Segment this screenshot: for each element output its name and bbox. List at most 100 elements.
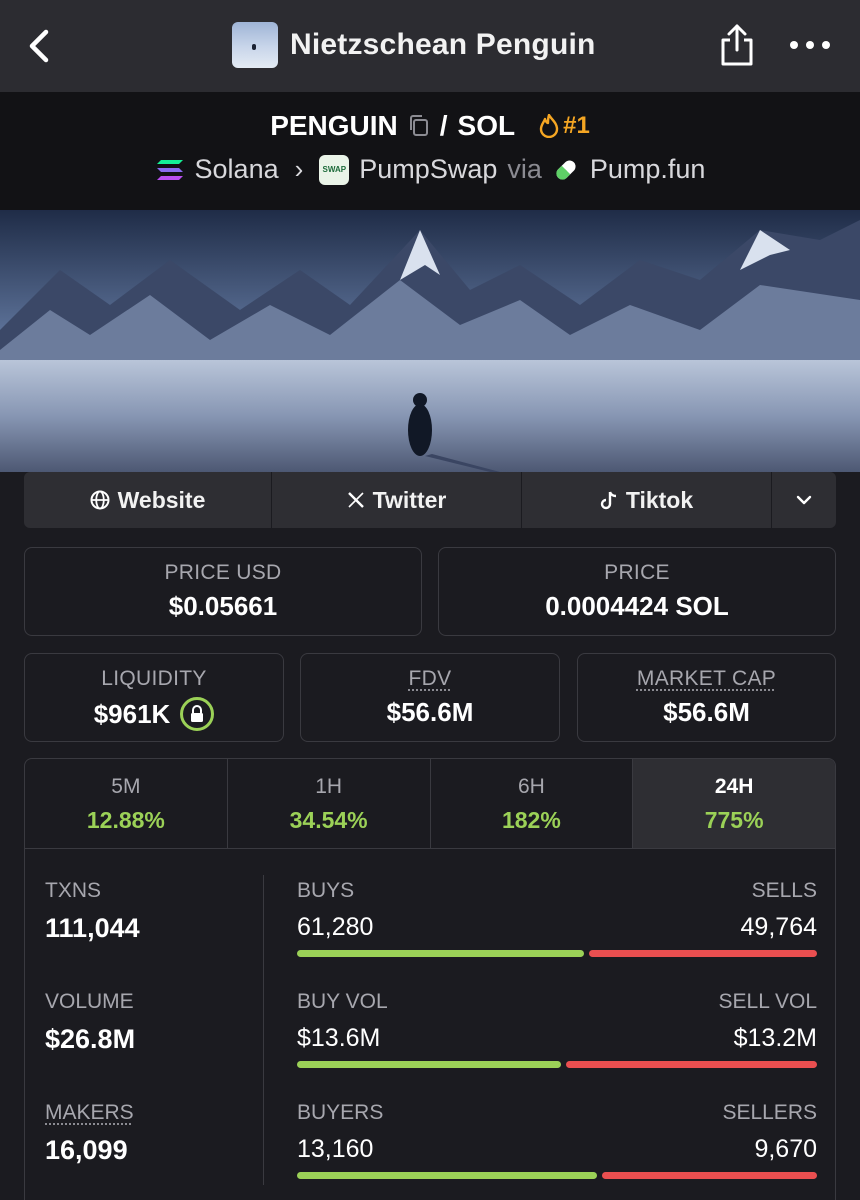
- metrics-grid: TXNS 111,044 VOLUME $26.8M MAKERS 16,099…: [25, 849, 835, 1200]
- buyers-bar: [297, 1172, 597, 1179]
- twitter-button[interactable]: Twitter: [272, 472, 522, 528]
- pair-separator: /: [439, 110, 448, 141]
- token-title: Nietzschean Penguin: [232, 22, 596, 68]
- sellers-label: SELLERS: [722, 1101, 817, 1124]
- timeframe-tabs: 5M 12.88% 1H 34.54% 6H 182% 24H 775%: [25, 759, 835, 849]
- pumpswap-icon: SWAP: [319, 154, 350, 185]
- buys-bar: [297, 950, 585, 957]
- sell-vol-label: SELL VOL: [718, 990, 817, 1013]
- fdv-label[interactable]: FDV: [409, 667, 452, 690]
- pair-header: PENGUIN / SOL #1 Solana › SWAP PumpSwap …: [0, 92, 860, 210]
- buy-sell-volume-bar: [297, 1061, 817, 1068]
- tab-6h[interactable]: 6H 182%: [431, 759, 634, 848]
- sellers-value: 9,670: [754, 1135, 817, 1163]
- price-usd-label: PRICE USD: [164, 561, 282, 584]
- social-links: Website Twitter Tiktok: [24, 472, 836, 528]
- price-sol-label: PRICE: [604, 561, 670, 584]
- volume-metric: VOLUME $26.8M: [45, 990, 135, 1055]
- chain-breadcrumb: Solana › SWAP PumpSwap via Pump.fun: [0, 154, 860, 185]
- tiktok-label: Tiktok: [625, 486, 694, 513]
- tiktok-button[interactable]: Tiktok: [522, 472, 772, 528]
- price-usd-box: PRICE USD $0.05661: [24, 547, 422, 636]
- share-icon[interactable]: [718, 22, 756, 68]
- tab-5m-label: 5M: [111, 775, 141, 798]
- buyers-label: BUYERS: [297, 1101, 384, 1124]
- x-icon: [347, 492, 364, 508]
- buys-label: BUYS: [297, 879, 355, 902]
- tab-6h-label: 6H: [517, 775, 545, 798]
- buyers-sellers-bar: [297, 1172, 817, 1179]
- solana-icon: [156, 159, 183, 180]
- dex-name[interactable]: PumpSwap: [359, 154, 497, 185]
- liquidity-value: $961K: [93, 698, 171, 729]
- launchpad-name[interactable]: Pump.fun: [590, 154, 706, 185]
- buyers-sellers-metric: BUYERS SELLERS 13,160 9,670: [297, 1101, 817, 1179]
- volume-label: VOLUME: [45, 990, 134, 1013]
- via-label: via: [507, 154, 542, 184]
- twitter-label: Twitter: [372, 486, 447, 513]
- buy-sell-volume-metric: BUY VOL SELL VOL $13.6M $13.2M: [297, 990, 817, 1068]
- market-cap-value: $56.6M: [663, 697, 750, 727]
- chevron-down-icon: [796, 495, 812, 505]
- price-usd-value: $0.05661: [168, 591, 278, 621]
- market-cap-box: MARKET CAP $56.6M: [577, 653, 836, 742]
- makers-metric: MAKERS 16,099: [45, 1101, 134, 1166]
- trending-rank[interactable]: #1: [539, 112, 590, 140]
- more-options-icon[interactable]: [790, 30, 830, 60]
- sells-value: 49,764: [740, 913, 817, 941]
- tab-24h[interactable]: 24H 775%: [633, 759, 835, 848]
- sells-bar: [589, 950, 817, 957]
- tab-6h-change: 182%: [501, 807, 561, 833]
- fdv-value: $56.6M: [386, 697, 474, 727]
- top-bar: Nietzschean Penguin: [0, 0, 860, 92]
- chain-name[interactable]: Solana: [195, 154, 279, 185]
- txns-metric: TXNS 111,044: [45, 879, 140, 944]
- buy-vol-label: BUY VOL: [297, 990, 388, 1013]
- market-cap-label[interactable]: MARKET CAP: [637, 667, 776, 690]
- sellers-bar: [601, 1172, 817, 1179]
- buyers-value: 13,160: [297, 1135, 374, 1163]
- tab-1h-label: 1H: [315, 775, 343, 798]
- back-arrow-icon[interactable]: [22, 26, 56, 66]
- copy-icon[interactable]: [408, 114, 430, 138]
- token-avatar: [232, 22, 278, 68]
- liquidity-box: LIQUIDITY $961K: [24, 653, 284, 742]
- quote-token: SOL: [457, 110, 516, 141]
- globe-icon: [90, 490, 110, 510]
- tiktok-icon: [600, 491, 616, 510]
- makers-label[interactable]: MAKERS: [45, 1101, 134, 1124]
- buys-value: 61,280: [297, 913, 374, 941]
- pair-line: PENGUIN / SOL #1: [0, 110, 860, 142]
- tab-5m-change: 12.88%: [86, 807, 165, 833]
- tab-1h-change: 34.54%: [289, 807, 368, 833]
- fdv-box: FDV $56.6M: [300, 653, 560, 742]
- buys-sells-bar: [297, 950, 817, 957]
- sells-label: SELLS: [751, 879, 817, 902]
- base-token: PENGUIN: [270, 110, 398, 141]
- sell-vol-bar: [565, 1061, 817, 1068]
- liquidity-label: LIQUIDITY: [101, 667, 207, 690]
- token-banner-image: [0, 210, 860, 472]
- price-sol-box: PRICE 0.0004424 SOL: [438, 547, 836, 636]
- website-button[interactable]: Website: [24, 472, 272, 528]
- tab-24h-change: 775%: [704, 807, 764, 833]
- more-links-button[interactable]: [772, 472, 836, 528]
- pill-icon: [556, 159, 576, 180]
- fire-icon: [539, 114, 559, 138]
- volume-value: $26.8M: [45, 1024, 136, 1054]
- tab-1h[interactable]: 1H 34.54%: [228, 759, 431, 848]
- buy-vol-bar: [297, 1061, 561, 1068]
- txns-label: TXNS: [45, 879, 102, 902]
- buys-sells-metric: BUYS SELLS 61,280 49,764: [297, 879, 817, 957]
- tab-5m[interactable]: 5M 12.88%: [25, 759, 228, 848]
- website-label: Website: [117, 486, 206, 513]
- tab-24h-label: 24H: [714, 775, 754, 798]
- lock-icon[interactable]: [180, 697, 215, 731]
- chevron-right-icon: ›: [294, 154, 304, 184]
- txns-value: 111,044: [45, 913, 140, 943]
- price-sol-value: 0.0004424 SOL: [545, 591, 729, 621]
- metrics-divider: [263, 875, 264, 1185]
- trading-stats-panel: 5M 12.88% 1H 34.54% 6H 182% 24H 775% TXN…: [24, 758, 836, 1200]
- makers-value: 16,099: [45, 1135, 128, 1165]
- page-title: Nietzschean Penguin: [290, 28, 596, 61]
